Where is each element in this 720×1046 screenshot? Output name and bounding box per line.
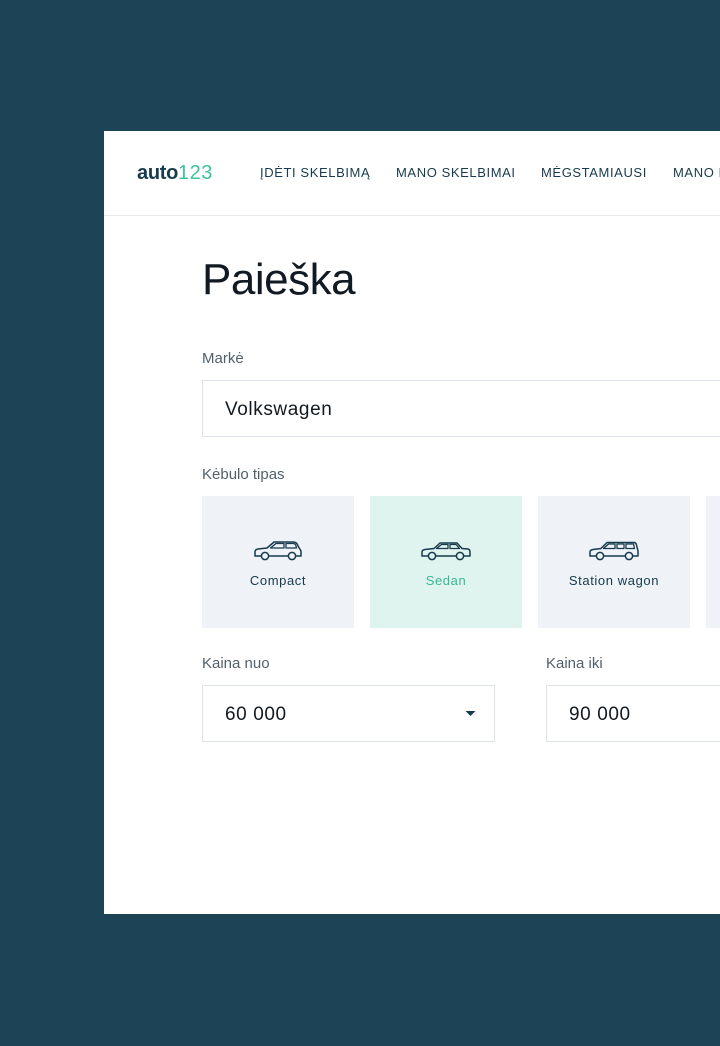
station-wagon-car-icon [589, 541, 639, 561]
price-from-select[interactable]: 60 000 [202, 685, 495, 742]
nav-favorites[interactable]: MĖGSTAMIAUSI [541, 165, 647, 180]
price-to-select[interactable]: 90 000 [546, 685, 720, 742]
body-type-station-wagon[interactable]: Station wagon [538, 496, 690, 628]
search-card: auto123 ĮDĖTI SKELBIMĄ MANO SKELBIMAI MĖ… [104, 131, 720, 914]
nav-my-ads[interactable]: MANO SKELBIMAI [396, 165, 516, 180]
nav-my-profile[interactable]: MANO P [673, 165, 720, 180]
price-to-value: 90 000 [569, 704, 631, 725]
price-from-value: 60 000 [225, 704, 287, 725]
top-navigation: auto123 ĮDĖTI SKELBIMĄ MANO SKELBIMAI MĖ… [104, 131, 720, 216]
chevron-down-icon [465, 711, 476, 716]
body-type-compact-label: Compact [249, 573, 307, 588]
page-title: Paieška [202, 255, 356, 304]
logo-name: auto [137, 162, 179, 184]
make-value: Volkswagen [225, 399, 333, 420]
compact-car-icon [254, 541, 302, 561]
make-select[interactable]: Volkswagen [202, 380, 720, 437]
body-type-station-wagon-label: Station wagon [568, 573, 660, 588]
body-type-sedan[interactable]: Sedan [370, 496, 522, 628]
logo-number: 123 [178, 162, 213, 184]
nav-post-ad[interactable]: ĮDĖTI SKELBIMĄ [260, 165, 370, 180]
logo[interactable]: auto123 [137, 162, 213, 185]
sedan-car-icon [421, 542, 471, 561]
body-type-compact[interactable]: Compact [202, 496, 354, 628]
body-type-next[interactable] [706, 496, 720, 628]
price-from-label: Kaina nuo [202, 655, 270, 672]
body-type-sedan-label: Sedan [425, 573, 467, 588]
body-type-label: Kėbulo tipas [202, 466, 285, 483]
price-to-label: Kaina iki [546, 655, 603, 672]
make-label: Markė [202, 350, 244, 367]
